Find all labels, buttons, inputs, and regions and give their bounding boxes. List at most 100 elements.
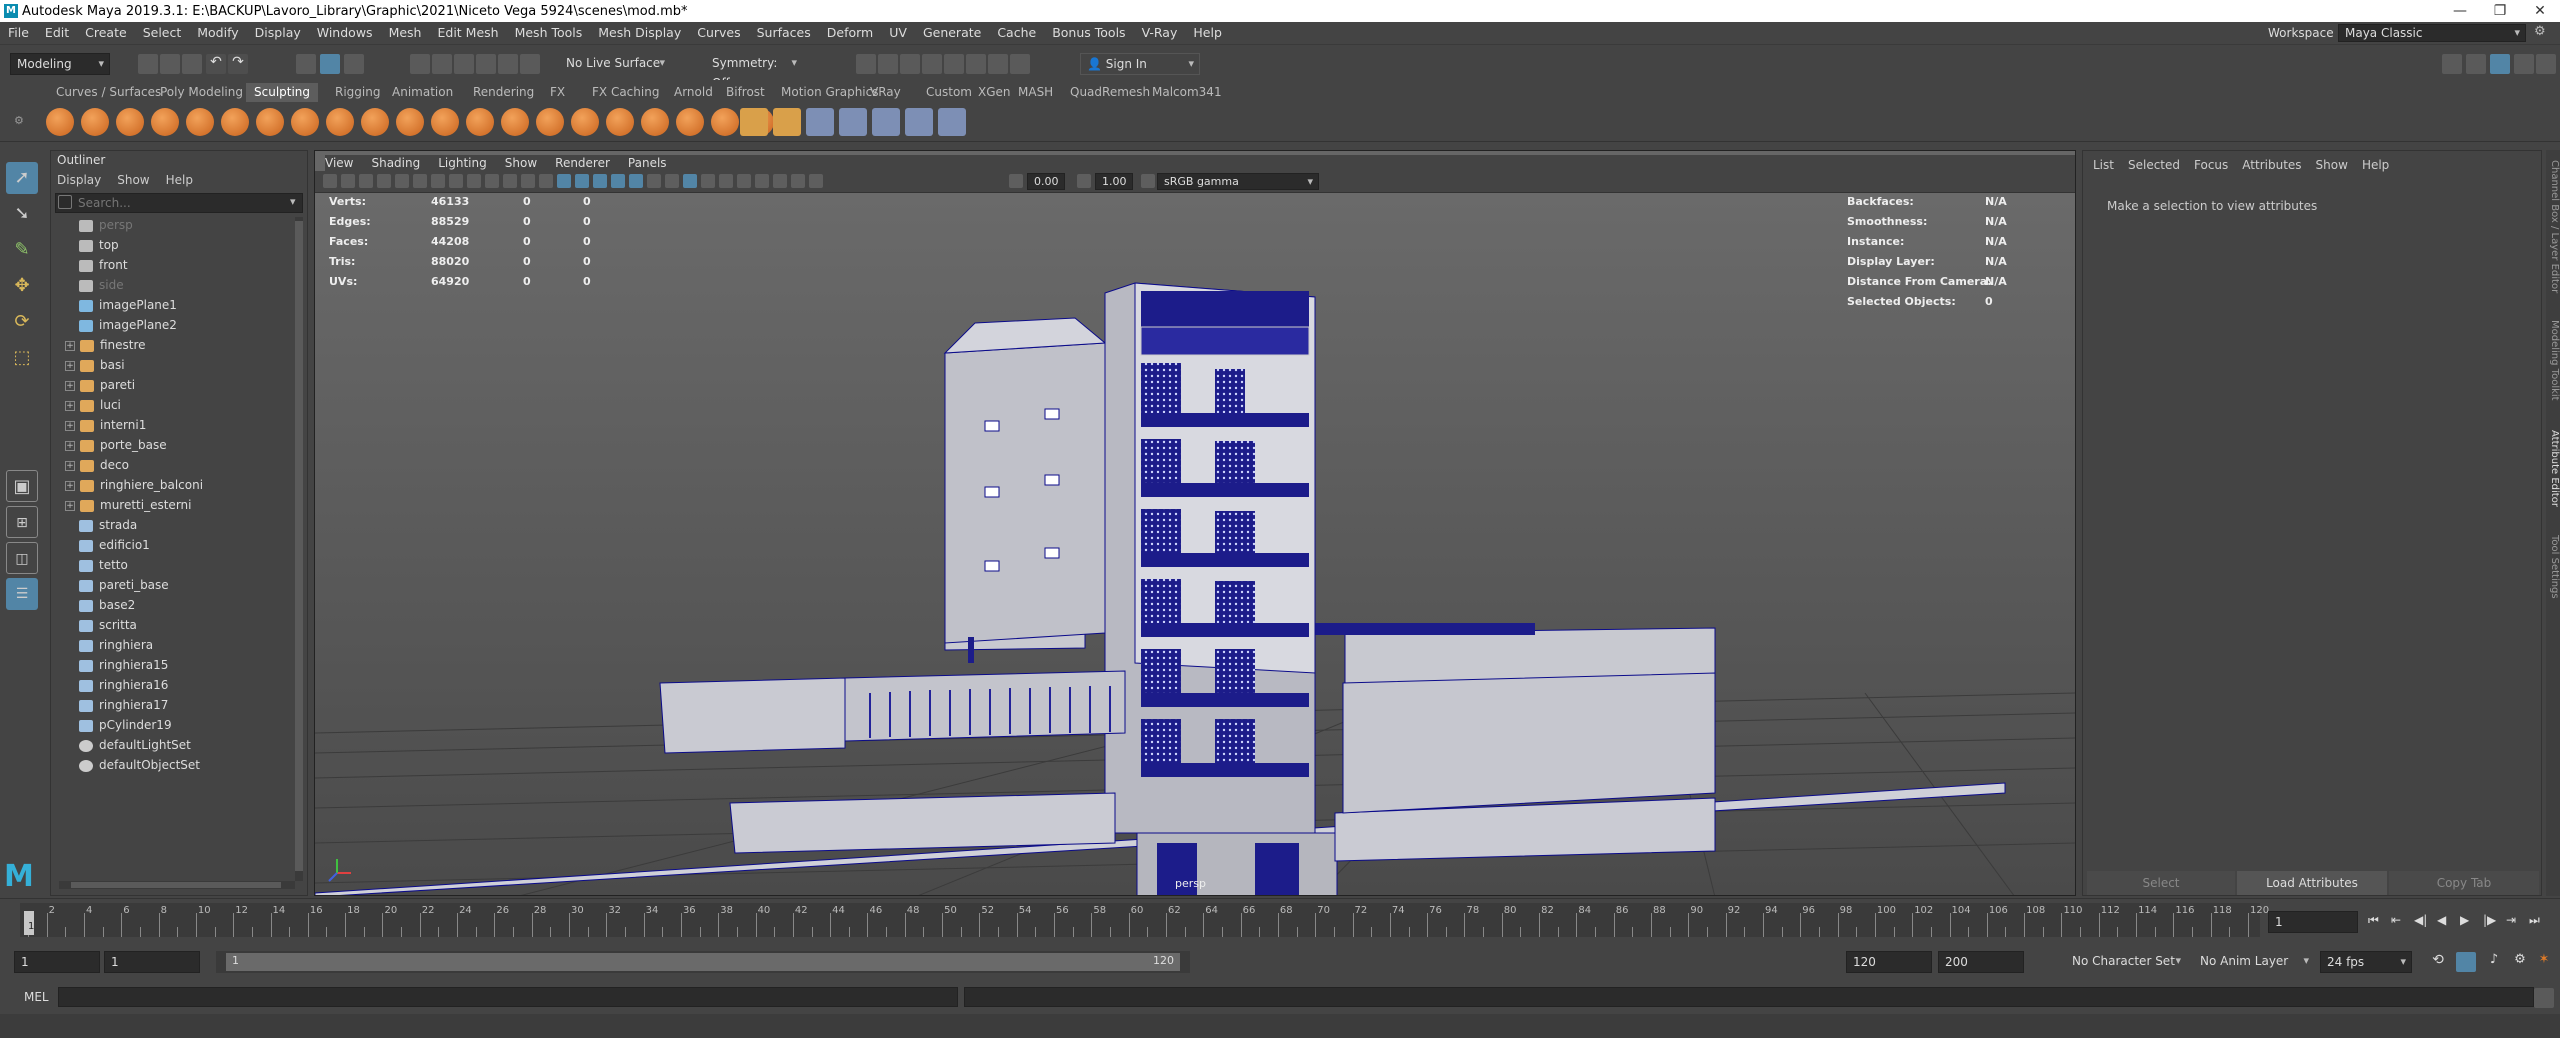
outliner-item-pareti-base[interactable]: pareti_base xyxy=(79,575,169,595)
expand-toggle-icon[interactable]: + xyxy=(65,480,75,491)
invert-mask-icon[interactable] xyxy=(806,108,834,136)
layout-attribute-icon[interactable] xyxy=(2490,54,2510,74)
gate-mask-icon[interactable] xyxy=(485,174,499,188)
outliner-menu-help[interactable]: Help xyxy=(166,173,193,187)
exposure-icon-btn-icon[interactable] xyxy=(1009,174,1023,188)
save-scene-icon[interactable] xyxy=(182,54,202,74)
time-slider-track[interactable]: 2 4 6 8 10 12 14 16 18 20 22 24 26 28 30 32 34 36 38 40 42 44… xyxy=(20,903,2269,937)
rotate-tool-icon[interactable]: ⟳ xyxy=(6,306,38,338)
step-back-frame-icon[interactable]: ◀| xyxy=(2414,913,2427,927)
menu-display[interactable]: Display xyxy=(247,22,309,44)
search-filter-icon[interactable] xyxy=(58,195,72,209)
sculpt-scrape-icon[interactable] xyxy=(431,108,459,136)
range-handle[interactable]: 1 120 xyxy=(226,953,1180,971)
outliner-item-ringhiera17[interactable]: ringhiera17 xyxy=(79,695,168,715)
shelf-tab-rendering[interactable]: Rendering xyxy=(465,83,542,102)
outliner-hscrollbar-thumb[interactable] xyxy=(71,882,281,888)
close-button[interactable]: ✕ xyxy=(2520,0,2560,22)
shelf-gear-icon[interactable]: ⚙ xyxy=(14,114,24,132)
outliner-item-basi[interactable]: + basi xyxy=(65,355,125,375)
menu-modify[interactable]: Modify xyxy=(189,22,246,44)
redo-icon[interactable]: ↷ xyxy=(228,54,248,74)
default-material-icon[interactable] xyxy=(593,174,607,188)
outliner-item-luci[interactable]: + luci xyxy=(65,395,121,415)
step-forward-key-icon[interactable]: ⇥ xyxy=(2506,913,2516,927)
sculpt-wax-icon[interactable] xyxy=(396,108,424,136)
script-editor-icon[interactable] xyxy=(2534,988,2554,1008)
sculpt-pinch-icon[interactable] xyxy=(186,108,214,136)
workspace-dropdown[interactable]: Maya Classic xyxy=(2338,24,2526,42)
anti-alias-icon[interactable] xyxy=(701,174,715,188)
viewport-menu-lighting[interactable]: Lighting xyxy=(438,156,487,170)
smooth-shade-icon[interactable] xyxy=(575,174,589,188)
loop-icon[interactable]: ⟲ xyxy=(2428,952,2448,972)
shelf-tab-sculpting[interactable]: Sculpting xyxy=(246,83,319,102)
playback-start-field[interactable]: 1 xyxy=(104,951,200,973)
safe-title-icon[interactable] xyxy=(539,174,553,188)
expand-toggle-icon[interactable]: + xyxy=(65,500,75,511)
shadows-icon[interactable] xyxy=(647,174,661,188)
step-forward-frame-icon[interactable]: |▶ xyxy=(2483,913,2496,927)
subdiv-icon[interactable] xyxy=(839,108,867,136)
menu-mesh-tools[interactable]: Mesh Tools xyxy=(507,22,591,44)
modeling-toolkit-tab[interactable]: Modeling Toolkit xyxy=(2546,320,2560,401)
attribute-menu-focus[interactable]: Focus xyxy=(2194,158,2228,172)
menuset-dropdown[interactable]: Modeling xyxy=(10,53,110,75)
layout-settings-icon[interactable] xyxy=(2536,54,2556,74)
anim-start-field[interactable]: 1 xyxy=(14,951,100,973)
expand-toggle-icon[interactable]: + xyxy=(65,420,75,431)
gamma-field[interactable]: 1.00 xyxy=(1095,173,1133,190)
attribute-menu-help[interactable]: Help xyxy=(2362,158,2389,172)
depth-of-field-icon[interactable] xyxy=(719,174,733,188)
outliner-item-imageplane2[interactable]: imagePlane2 xyxy=(79,315,177,335)
expand-toggle-icon[interactable]: + xyxy=(65,360,75,371)
outliner-item-ringhiera[interactable]: ringhiera xyxy=(79,635,153,655)
character-set-dropdown[interactable]: No Character Set xyxy=(2066,951,2186,973)
maximize-button[interactable]: ❐ xyxy=(2480,0,2520,22)
select-hierarchy-icon[interactable] xyxy=(296,54,316,74)
sculpt-imprint-icon[interactable] xyxy=(361,108,389,136)
sculpt-knife-icon[interactable] xyxy=(501,108,529,136)
sculpt-clone-icon[interactable] xyxy=(711,108,739,136)
viewport-menu-renderer[interactable]: Renderer xyxy=(555,156,610,170)
play-backward-icon[interactable]: ◀ xyxy=(2437,913,2446,927)
single-pane-layout-icon[interactable]: ▣ xyxy=(6,470,38,502)
render-sequence-icon[interactable] xyxy=(878,54,898,74)
expand-toggle-icon[interactable]: + xyxy=(65,460,75,471)
snap-curve-icon[interactable] xyxy=(432,54,452,74)
outliner-scrollbar[interactable] xyxy=(295,217,303,881)
attribute-menu-show[interactable]: Show xyxy=(2316,158,2348,172)
shelf-tab-mash[interactable]: MASH xyxy=(1010,83,1061,102)
menu-uv[interactable]: UV xyxy=(881,22,915,44)
outliner-scrollbar-thumb[interactable] xyxy=(295,221,303,871)
sculpt-smear-icon[interactable] xyxy=(536,108,564,136)
light-editor-icon[interactable] xyxy=(988,54,1008,74)
symmetry-dropdown[interactable]: Symmetry: Off xyxy=(706,53,802,90)
copy-tab-button[interactable]: Copy Tab xyxy=(2389,871,2539,895)
film-gate-icon[interactable] xyxy=(449,174,463,188)
sculpt-flatten-icon[interactable] xyxy=(221,108,249,136)
outliner-item-pareti[interactable]: + pareti xyxy=(65,375,135,395)
snap-vertex-icon[interactable] xyxy=(520,54,540,74)
outliner-item-ringhiera15[interactable]: ringhiera15 xyxy=(79,655,168,675)
open-scene-icon[interactable] xyxy=(160,54,180,74)
layout-toolkit-icon[interactable] xyxy=(2514,54,2534,74)
step-back-key-icon[interactable]: ⇤ xyxy=(2391,913,2401,927)
sculpt-foamy-icon[interactable] xyxy=(256,108,284,136)
menu-mesh[interactable]: Mesh xyxy=(381,22,430,44)
four-pane-layout-icon[interactable]: ⊞ xyxy=(6,506,38,538)
fps-dropdown[interactable]: 24 fps xyxy=(2320,951,2412,973)
motion-blur-icon[interactable] xyxy=(683,174,697,188)
viewport-panel[interactable]: View Shading Lighting Show Renderer Panels 0.… xyxy=(314,150,2076,896)
attribute-editor-tab[interactable]: Attribute Editor xyxy=(2546,430,2560,507)
menu-file[interactable]: File xyxy=(0,22,37,44)
select-tool-icon[interactable]: ➚ xyxy=(6,162,38,194)
outliner-item-porte-base[interactable]: + porte_base xyxy=(65,435,167,455)
grease-pencil-icon[interactable] xyxy=(413,174,427,188)
outliner-item-defaultobjectset[interactable]: defaultObjectSet xyxy=(79,755,200,775)
channel-box-tab[interactable]: Channel Box / Layer Editor xyxy=(2546,160,2560,293)
snap-view-icon[interactable] xyxy=(476,54,496,74)
sculpt-freeze-icon[interactable] xyxy=(641,108,669,136)
anim-end-field[interactable]: 200 xyxy=(1938,951,2024,973)
textured-icon[interactable] xyxy=(611,174,625,188)
